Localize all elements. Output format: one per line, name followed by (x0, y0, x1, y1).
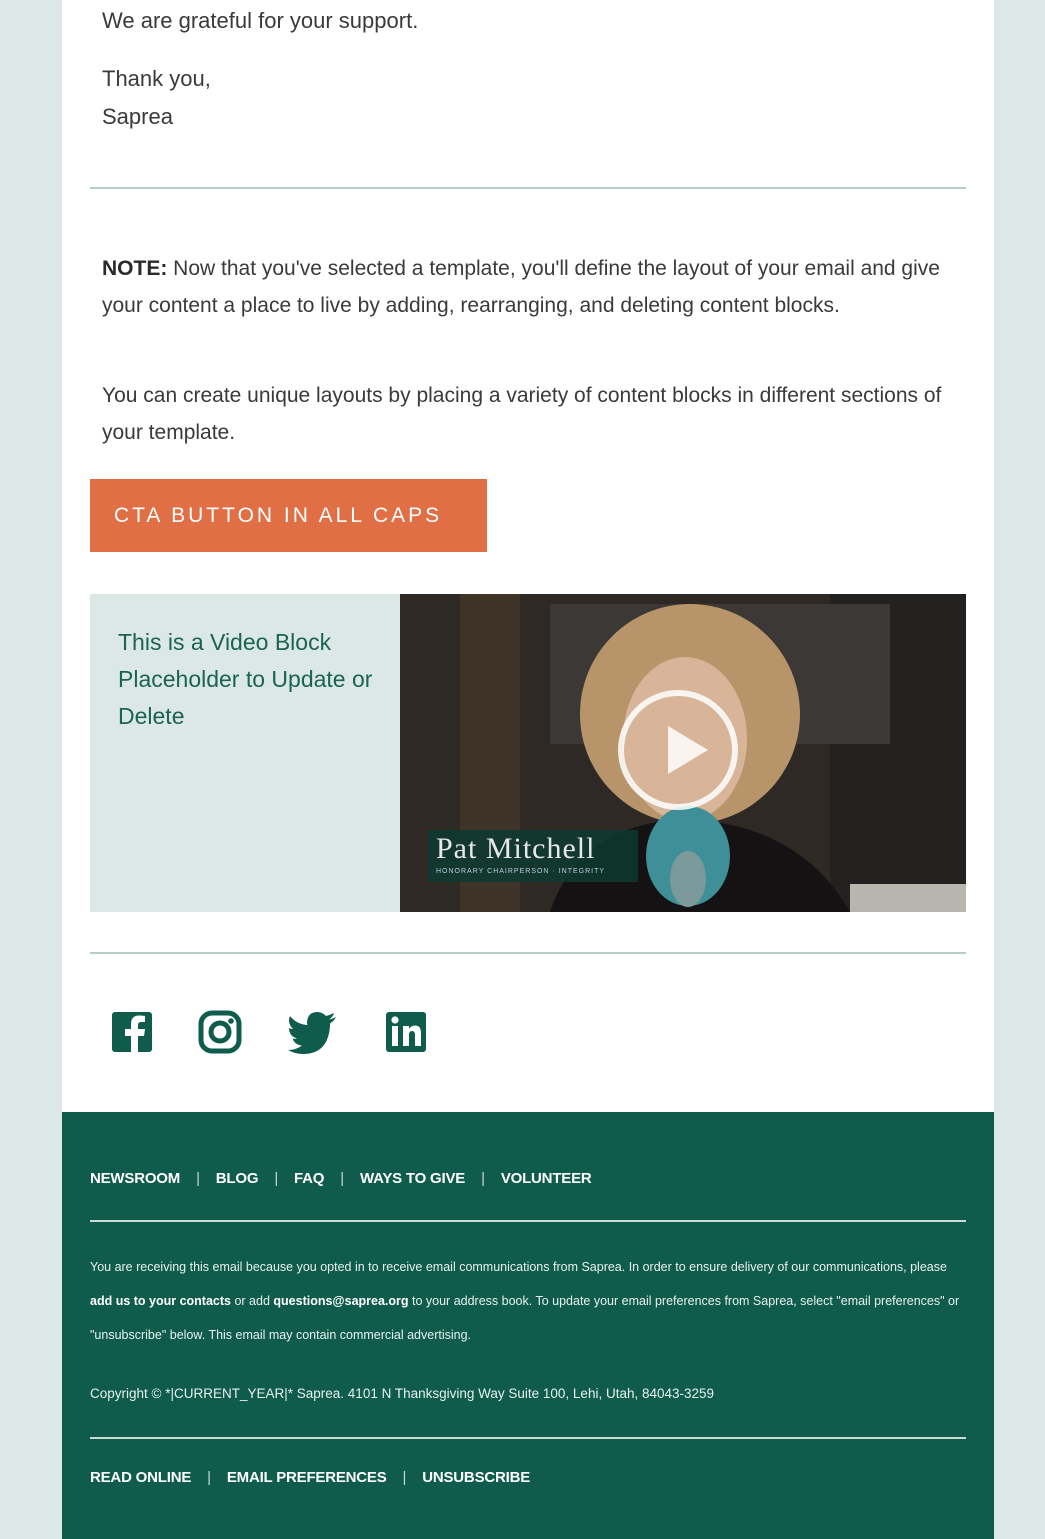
email-preferences-link[interactable]: EMAIL PREFERENCES (227, 1469, 387, 1486)
add-contacts-link[interactable]: add us to your contacts (90, 1294, 231, 1308)
footer-link-ways-to-give[interactable]: WAYS TO GIVE (360, 1170, 465, 1187)
video-block: This is a Video Block Placeholder to Upd… (90, 594, 966, 912)
footer-link-blog[interactable]: BLOG (216, 1170, 259, 1187)
name-lower-third: Pat Mitchell HONORARY CHAIRPERSON · INTE… (428, 830, 638, 882)
nav-separator: | (274, 1170, 279, 1187)
unsubscribe-link[interactable]: UNSUBSCRIBE (422, 1469, 530, 1486)
note-text: Now that you've selected a template, you… (102, 257, 940, 317)
footer-nav: NEWSROOM | BLOG | FAQ | WAYS TO GIVE | VOLUNTEER (90, 1170, 592, 1187)
footer-link-volunteer[interactable]: VOLUNTEER (501, 1170, 592, 1187)
divider-top (90, 187, 966, 189)
note-paragraph: NOTE: Now that you've selected a templat… (102, 250, 962, 324)
copyright: Copyright © *|CURRENT_YEAR|* Saprea. 410… (90, 1386, 715, 1401)
instagram-icon[interactable] (196, 1008, 244, 1056)
note-label: NOTE: (102, 257, 168, 280)
speaker-name: Pat Mitchell (436, 832, 596, 865)
grateful-text: We are grateful for your support. (102, 8, 419, 33)
layouts-paragraph: You can create unique layouts by placing… (102, 384, 942, 444)
footer-divider-bottom (90, 1437, 966, 1439)
divider-bottom (90, 952, 966, 954)
footer-divider-top (90, 1220, 966, 1222)
linkedin-icon[interactable] (382, 1008, 430, 1056)
cta-button[interactable]: CTA BUTTON IN ALL CAPS (90, 479, 487, 552)
signoff: Thank you, Saprea (102, 60, 211, 136)
disclaimer-text: You are receiving this email because you… (90, 1260, 947, 1274)
footer-bottom-links: READ ONLINE | EMAIL PREFERENCES | UNSUBSCRIB… (90, 1469, 530, 1486)
footer: NEWSROOM | BLOG | FAQ | WAYS TO GIVE | VOLUNTEER… (62, 1112, 994, 1539)
disclaimer-text: or add (231, 1294, 274, 1308)
nav-separator: | (402, 1469, 407, 1486)
footer-disclaimer: You are receiving this email because you… (90, 1250, 970, 1352)
email-link[interactable]: questions@saprea.org (273, 1294, 408, 1308)
play-icon[interactable] (618, 690, 738, 810)
facebook-icon[interactable] (108, 1008, 156, 1056)
speaker-title: HONORARY CHAIRPERSON · INTEGRITY (436, 868, 606, 875)
twitter-icon[interactable] (286, 1008, 336, 1056)
nav-separator: | (340, 1170, 344, 1187)
nav-separator: | (196, 1170, 200, 1187)
read-online-link[interactable]: READ ONLINE (90, 1469, 191, 1486)
video-caption: This is a Video Block Placeholder to Upd… (118, 629, 373, 729)
nav-separator: | (481, 1170, 485, 1187)
nav-separator: | (207, 1469, 211, 1486)
video-thumbnail[interactable]: Pat Mitchell HONORARY CHAIRPERSON · INTE… (400, 594, 966, 912)
thank-you-text: Thank you, (102, 66, 211, 91)
signature-text: Saprea (102, 104, 173, 129)
footer-link-newsroom[interactable]: NEWSROOM (90, 1170, 180, 1187)
footer-link-faq[interactable]: FAQ (294, 1170, 324, 1187)
